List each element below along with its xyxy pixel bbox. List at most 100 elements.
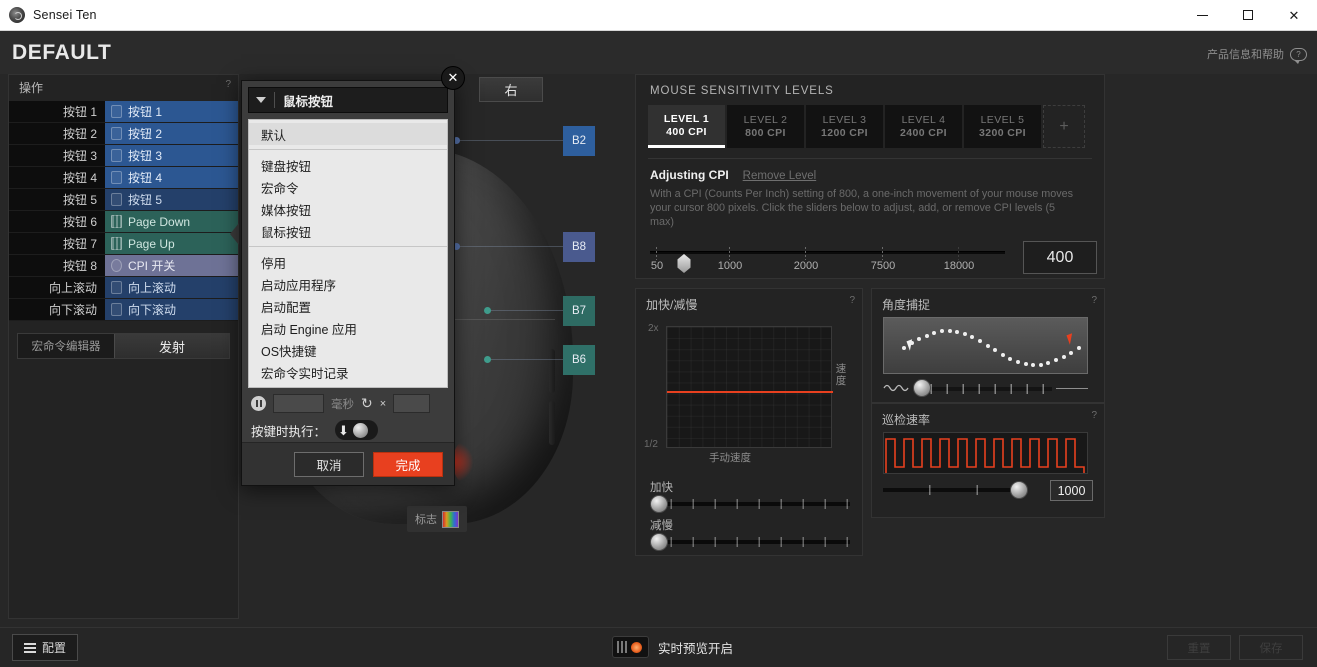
side-button-lower — [549, 401, 555, 445]
macro-fire-button[interactable]: 发射 — [114, 334, 229, 358]
toggle-knob — [352, 422, 368, 438]
rgb-swatch-icon[interactable] — [442, 510, 459, 528]
menu-item[interactable]: OS快捷键 — [249, 339, 447, 361]
callout-b6[interactable]: B6 — [563, 345, 595, 375]
minimize-icon — [1196, 14, 1208, 16]
menu-item[interactable]: 启动 Engine 应用 — [249, 317, 447, 339]
mouse-icon — [111, 127, 122, 140]
cpi-level-tab-3[interactable]: LEVEL 3 1200 CPI — [806, 105, 883, 148]
menu-item[interactable]: 启动应用程序 — [249, 273, 447, 295]
polling-rate-title: 巡检速率 — [882, 413, 931, 427]
cpi-level-name: LEVEL 4 — [901, 114, 946, 126]
button-binding-value-label: 按钮 4 — [128, 171, 163, 185]
button-binding-key: 按钮 5 — [9, 189, 105, 210]
polling-rate-slider[interactable] — [883, 481, 1028, 499]
arrow-down-icon: ⬇ — [338, 422, 349, 438]
callout-lead-b6 — [488, 359, 568, 360]
polling-rate-help-icon[interactable]: ? — [1091, 410, 1097, 421]
button-binding-row: 按钮 3 按钮 3 — [9, 145, 238, 167]
save-button[interactable]: 保存 — [1239, 635, 1303, 660]
done-button[interactable]: 完成 — [373, 451, 443, 477]
button-binding-key: 按钮 6 — [9, 211, 105, 232]
callout-b8[interactable]: B8 — [563, 232, 595, 262]
cpi-slider-row: 50 1000 2000 7500 18000 400 — [636, 229, 1104, 276]
mouse-icon — [111, 281, 122, 294]
angle-snapping-help-icon[interactable]: ? — [1091, 295, 1097, 306]
product-help-link[interactable]: 产品信息和帮助 ? — [1207, 46, 1307, 64]
reset-button[interactable]: 重置 — [1167, 635, 1231, 660]
button-binding-value[interactable]: 向下滚动 — [105, 299, 238, 320]
close-button[interactable]: ✕ — [1271, 0, 1317, 31]
angle-path-dot — [993, 348, 998, 353]
decel-slider-group: 减慢 — [650, 517, 850, 551]
menu-item[interactable]: 宏命令实时记录 — [249, 361, 447, 383]
cpi-tick-2 — [805, 247, 806, 260]
callout-b7[interactable]: B7 — [563, 296, 595, 326]
live-preview-label: 实时预览开启 — [658, 641, 734, 656]
button-binding-value[interactable]: 按钮 1 — [105, 101, 238, 122]
combo-divider — [274, 92, 275, 108]
polling-rate-value[interactable]: 1000 — [1050, 480, 1093, 501]
button-binding-key: 按钮 1 — [9, 101, 105, 122]
button-binding-value[interactable]: CPI 开关 — [105, 255, 238, 276]
maximize-button[interactable] — [1225, 0, 1271, 31]
cpi-description: With a CPI (Counts Per Inch) setting of … — [650, 188, 1074, 228]
cancel-button[interactable]: 取消 — [294, 451, 364, 477]
button-binding-value[interactable]: 按钮 3 — [105, 145, 238, 166]
decel-slider-track[interactable] — [650, 533, 850, 551]
bottom-bar: 配置 实时预览开启 重置 保存 — [0, 627, 1317, 667]
menu-item[interactable]: 默认 — [249, 123, 447, 145]
angle-snapping-slider[interactable] — [913, 379, 1088, 397]
button-binding-value[interactable]: 按钮 2 — [105, 123, 238, 144]
live-preview-group[interactable]: 实时预览开启 — [612, 636, 733, 658]
add-cpi-level-button[interactable]: + — [1043, 105, 1085, 148]
button-binding-value[interactable]: Page Up — [105, 233, 238, 254]
cpi-tick-1 — [729, 247, 730, 260]
acceleration-title: 加快/减慢 — [646, 298, 698, 312]
button-binding-value[interactable]: 按钮 5 — [105, 189, 238, 210]
accel-slider-knob[interactable] — [650, 495, 668, 513]
cpi-slider-track[interactable] — [650, 247, 1005, 273]
menu-item[interactable]: 宏命令 — [249, 176, 447, 198]
menu-item[interactable]: 媒体按钮 — [249, 198, 447, 220]
cpi-level-tab-5[interactable]: LEVEL 5 3200 CPI — [964, 105, 1041, 148]
execute-on-toggle[interactable]: ⬇ — [335, 420, 379, 440]
accel-slider-track[interactable] — [650, 495, 850, 513]
cpi-level-tabs: LEVEL 1 400 CPI LEVEL 2 800 CPI LEVEL 3 1200 … — [636, 105, 1104, 148]
polling-slider-knob[interactable] — [1010, 481, 1028, 499]
callout-b2[interactable]: B2 — [563, 126, 595, 156]
cpi-value-field[interactable]: 400 — [1023, 241, 1097, 274]
remove-level-link[interactable]: Remove Level — [743, 170, 817, 182]
assignment-type-combobox[interactable]: 鼠标按钮 — [248, 87, 448, 113]
button-binding-value[interactable]: 按钮 4 — [105, 167, 238, 188]
acceleration-help-icon[interactable]: ? — [849, 295, 855, 306]
config-button[interactable]: 配置 — [12, 634, 78, 661]
angle-path-dot — [1038, 362, 1043, 367]
operations-help-icon[interactable]: ? — [225, 79, 231, 90]
cpi-slider[interactable]: 50 1000 2000 7500 18000 — [650, 241, 1005, 276]
minimize-button[interactable] — [1179, 0, 1225, 31]
panel-collapse-arrow[interactable] — [230, 223, 239, 245]
button-binding-value[interactable]: Page Down — [105, 211, 238, 232]
menu-item[interactable]: 键盘按钮 — [249, 154, 447, 176]
accel-axis-y-label: 速度 — [835, 363, 847, 387]
menu-item[interactable]: 鼠标按钮 — [249, 220, 447, 242]
menu-item[interactable]: 停用 — [249, 251, 447, 273]
decel-slider-knob[interactable] — [650, 533, 668, 551]
angle-slider-knob[interactable] — [913, 379, 931, 397]
repeat-count-input[interactable] — [393, 394, 431, 413]
list-icon — [23, 642, 36, 653]
delay-input[interactable] — [273, 394, 324, 413]
keyboard-icon — [111, 215, 122, 228]
operations-title: 操作 — [19, 81, 44, 95]
cpi-level-tab-4[interactable]: LEVEL 4 2400 CPI — [885, 105, 962, 148]
logo-zone-chip[interactable]: 标志 — [407, 506, 467, 532]
cpi-level-tab-1[interactable]: LEVEL 1 400 CPI — [648, 105, 725, 148]
button-binding-value[interactable]: 向上滚动 — [105, 277, 238, 298]
menu-item[interactable]: 启动配置 — [249, 295, 447, 317]
acceleration-graph — [666, 326, 833, 448]
pause-icon — [251, 396, 266, 411]
mouse-side-right-tab[interactable]: 右 — [479, 77, 543, 102]
close-icon[interactable]: ✕ — [441, 66, 465, 90]
cpi-level-tab-2[interactable]: LEVEL 2 800 CPI — [727, 105, 804, 148]
